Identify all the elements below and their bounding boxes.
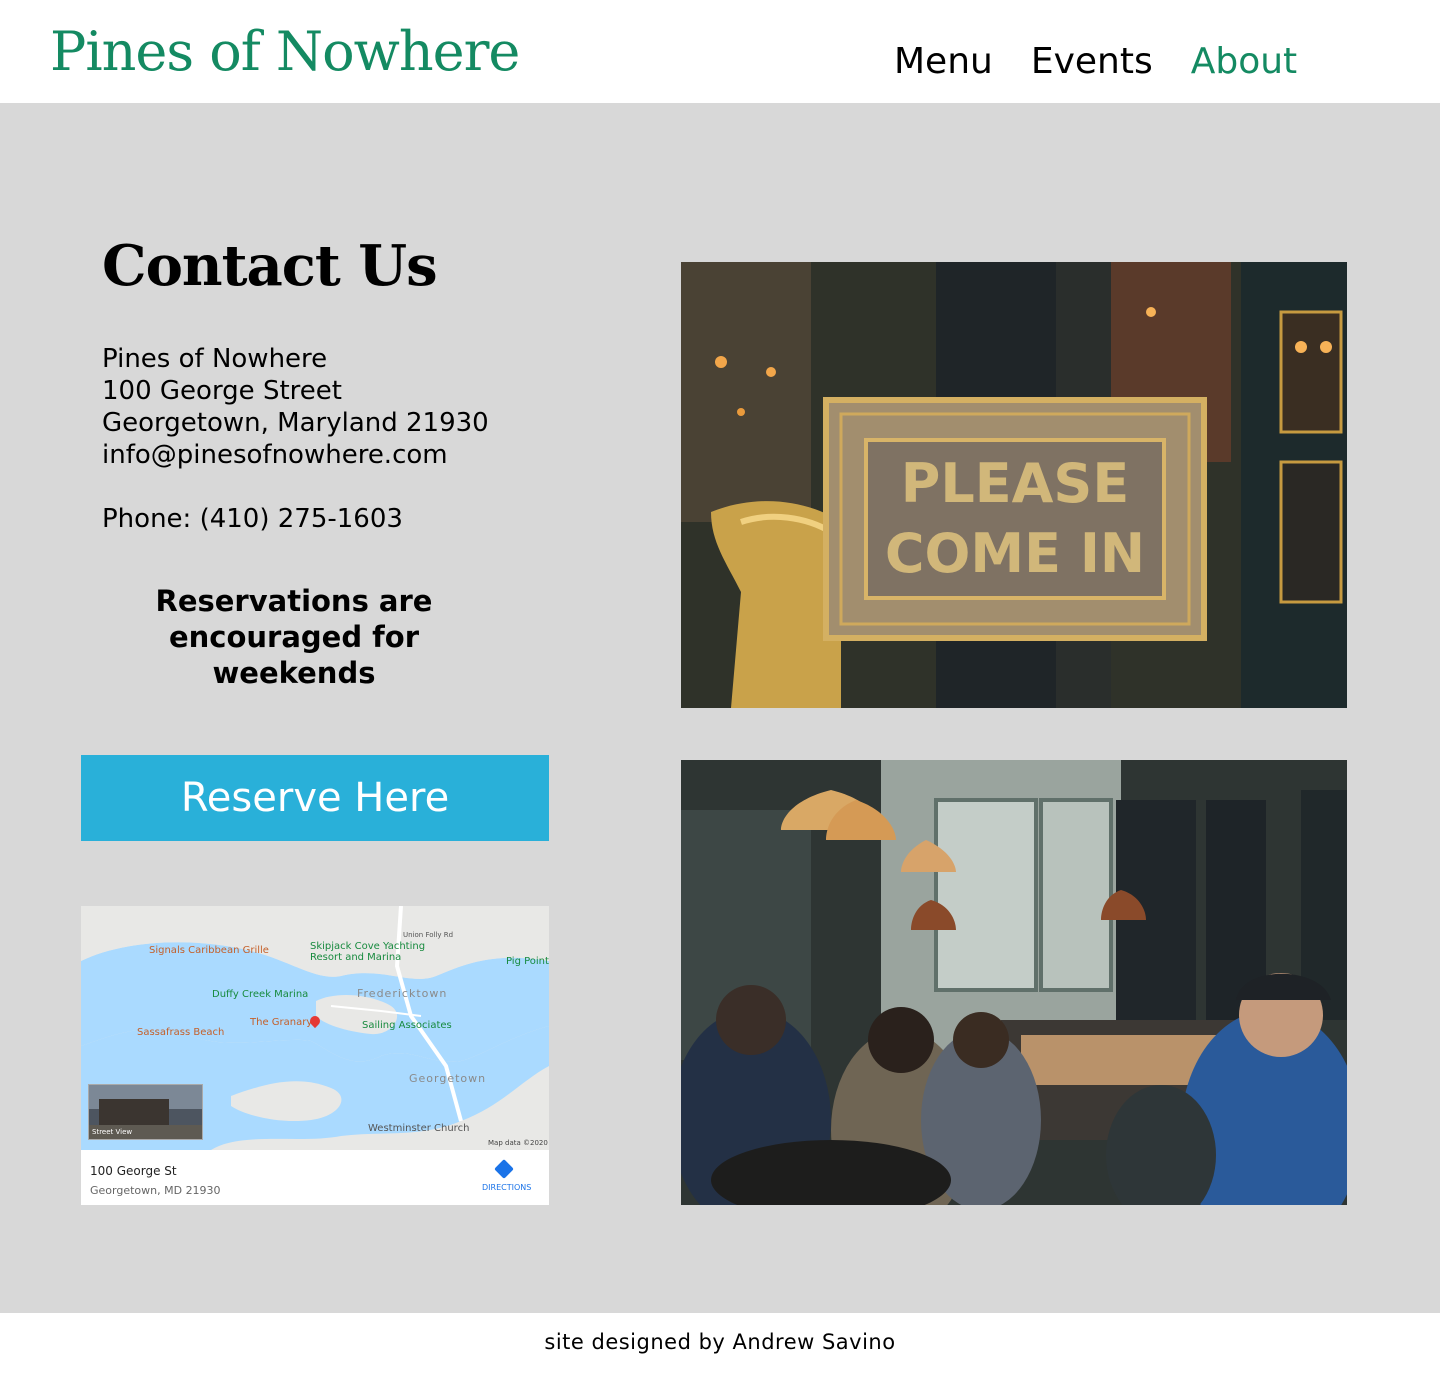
please-come-in-photo: PLEASE COME IN xyxy=(681,262,1347,708)
map-address-line2: Georgetown, MD 21930 xyxy=(90,1184,221,1197)
map-label-westminster[interactable]: Westminster Church xyxy=(368,1124,469,1134)
map-address-line1: 100 George St xyxy=(90,1164,177,1178)
map-label-signals[interactable]: Signals Caribbean Grille xyxy=(149,946,269,956)
cafe-interior-photo xyxy=(681,760,1347,1205)
map-label-union-folly: Union Folly Rd xyxy=(403,931,454,939)
map-label-sailing[interactable]: Sailing Associates xyxy=(362,1021,452,1031)
reserve-button[interactable]: Reserve Here xyxy=(81,755,549,841)
map-label-pig-point[interactable]: Pig Point xyxy=(506,957,549,967)
address-block: Pines of Nowhere 100 George Street Georg… xyxy=(102,343,489,471)
reservation-note: Reservations are encouraged for weekends xyxy=(155,584,433,690)
map-label-georgetown: Georgetown xyxy=(409,1072,487,1085)
email-link[interactable]: info@pinesofnowhere.com xyxy=(102,439,489,471)
map-label-sassafrass[interactable]: Sassafrass Beach xyxy=(137,1028,224,1038)
nav-events[interactable]: Events xyxy=(1031,42,1153,82)
street-view-thumbnail[interactable]: Street View xyxy=(88,1084,203,1140)
cafe-interior-illustration xyxy=(681,760,1347,1205)
address-street: 100 George Street xyxy=(102,376,342,406)
nav-about[interactable]: About xyxy=(1191,42,1297,82)
map-address-card: 100 George St Georgetown, MD 21930 DIREC… xyxy=(81,1150,549,1205)
please-come-in-illustration: PLEASE COME IN xyxy=(681,262,1347,708)
site-footer: site designed by Andrew Savino xyxy=(0,1313,1440,1374)
map-label-skipjack-2[interactable]: Resort and Marina xyxy=(310,953,401,963)
directions-link[interactable]: DIRECTIONS xyxy=(482,1183,531,1192)
map-label-skipjack-1[interactable]: Skipjack Cove Yachting xyxy=(310,942,425,952)
address-city: Georgetown, Maryland 21930 xyxy=(102,408,489,438)
map-attribution: Map data ©2020 xyxy=(488,1139,548,1147)
directions-icon[interactable] xyxy=(494,1159,514,1179)
map-canvas[interactable]: Signals Caribbean Grille Skipjack Cove Y… xyxy=(81,906,549,1150)
phone-number: Phone: (410) 275-1603 xyxy=(102,504,403,534)
sign-text-please: PLEASE xyxy=(901,452,1129,515)
main-nav: Menu Events About xyxy=(894,42,1297,82)
site-logo[interactable]: Pines of Nowhere xyxy=(50,22,520,82)
map-label-duffy[interactable]: Duffy Creek Marina xyxy=(212,990,308,1000)
map-label-fredericktown: Fredericktown xyxy=(357,987,448,1000)
street-view-label: Street View xyxy=(92,1128,133,1136)
site-header: Pines of Nowhere Menu Events About xyxy=(0,0,1440,103)
address-business-name: Pines of Nowhere xyxy=(102,344,328,374)
page-title: Contact Us xyxy=(102,233,438,299)
main-content: Contact Us Pines of Nowhere 100 George S… xyxy=(0,103,1440,1313)
location-map[interactable]: Signals Caribbean Grille Skipjack Cove Y… xyxy=(81,906,549,1205)
sign-text-come-in: COME IN xyxy=(885,522,1145,585)
map-label-granary[interactable]: The Granary xyxy=(250,1018,312,1028)
footer-credit: site designed by Andrew Savino xyxy=(544,1330,896,1354)
nav-menu[interactable]: Menu xyxy=(894,42,993,82)
